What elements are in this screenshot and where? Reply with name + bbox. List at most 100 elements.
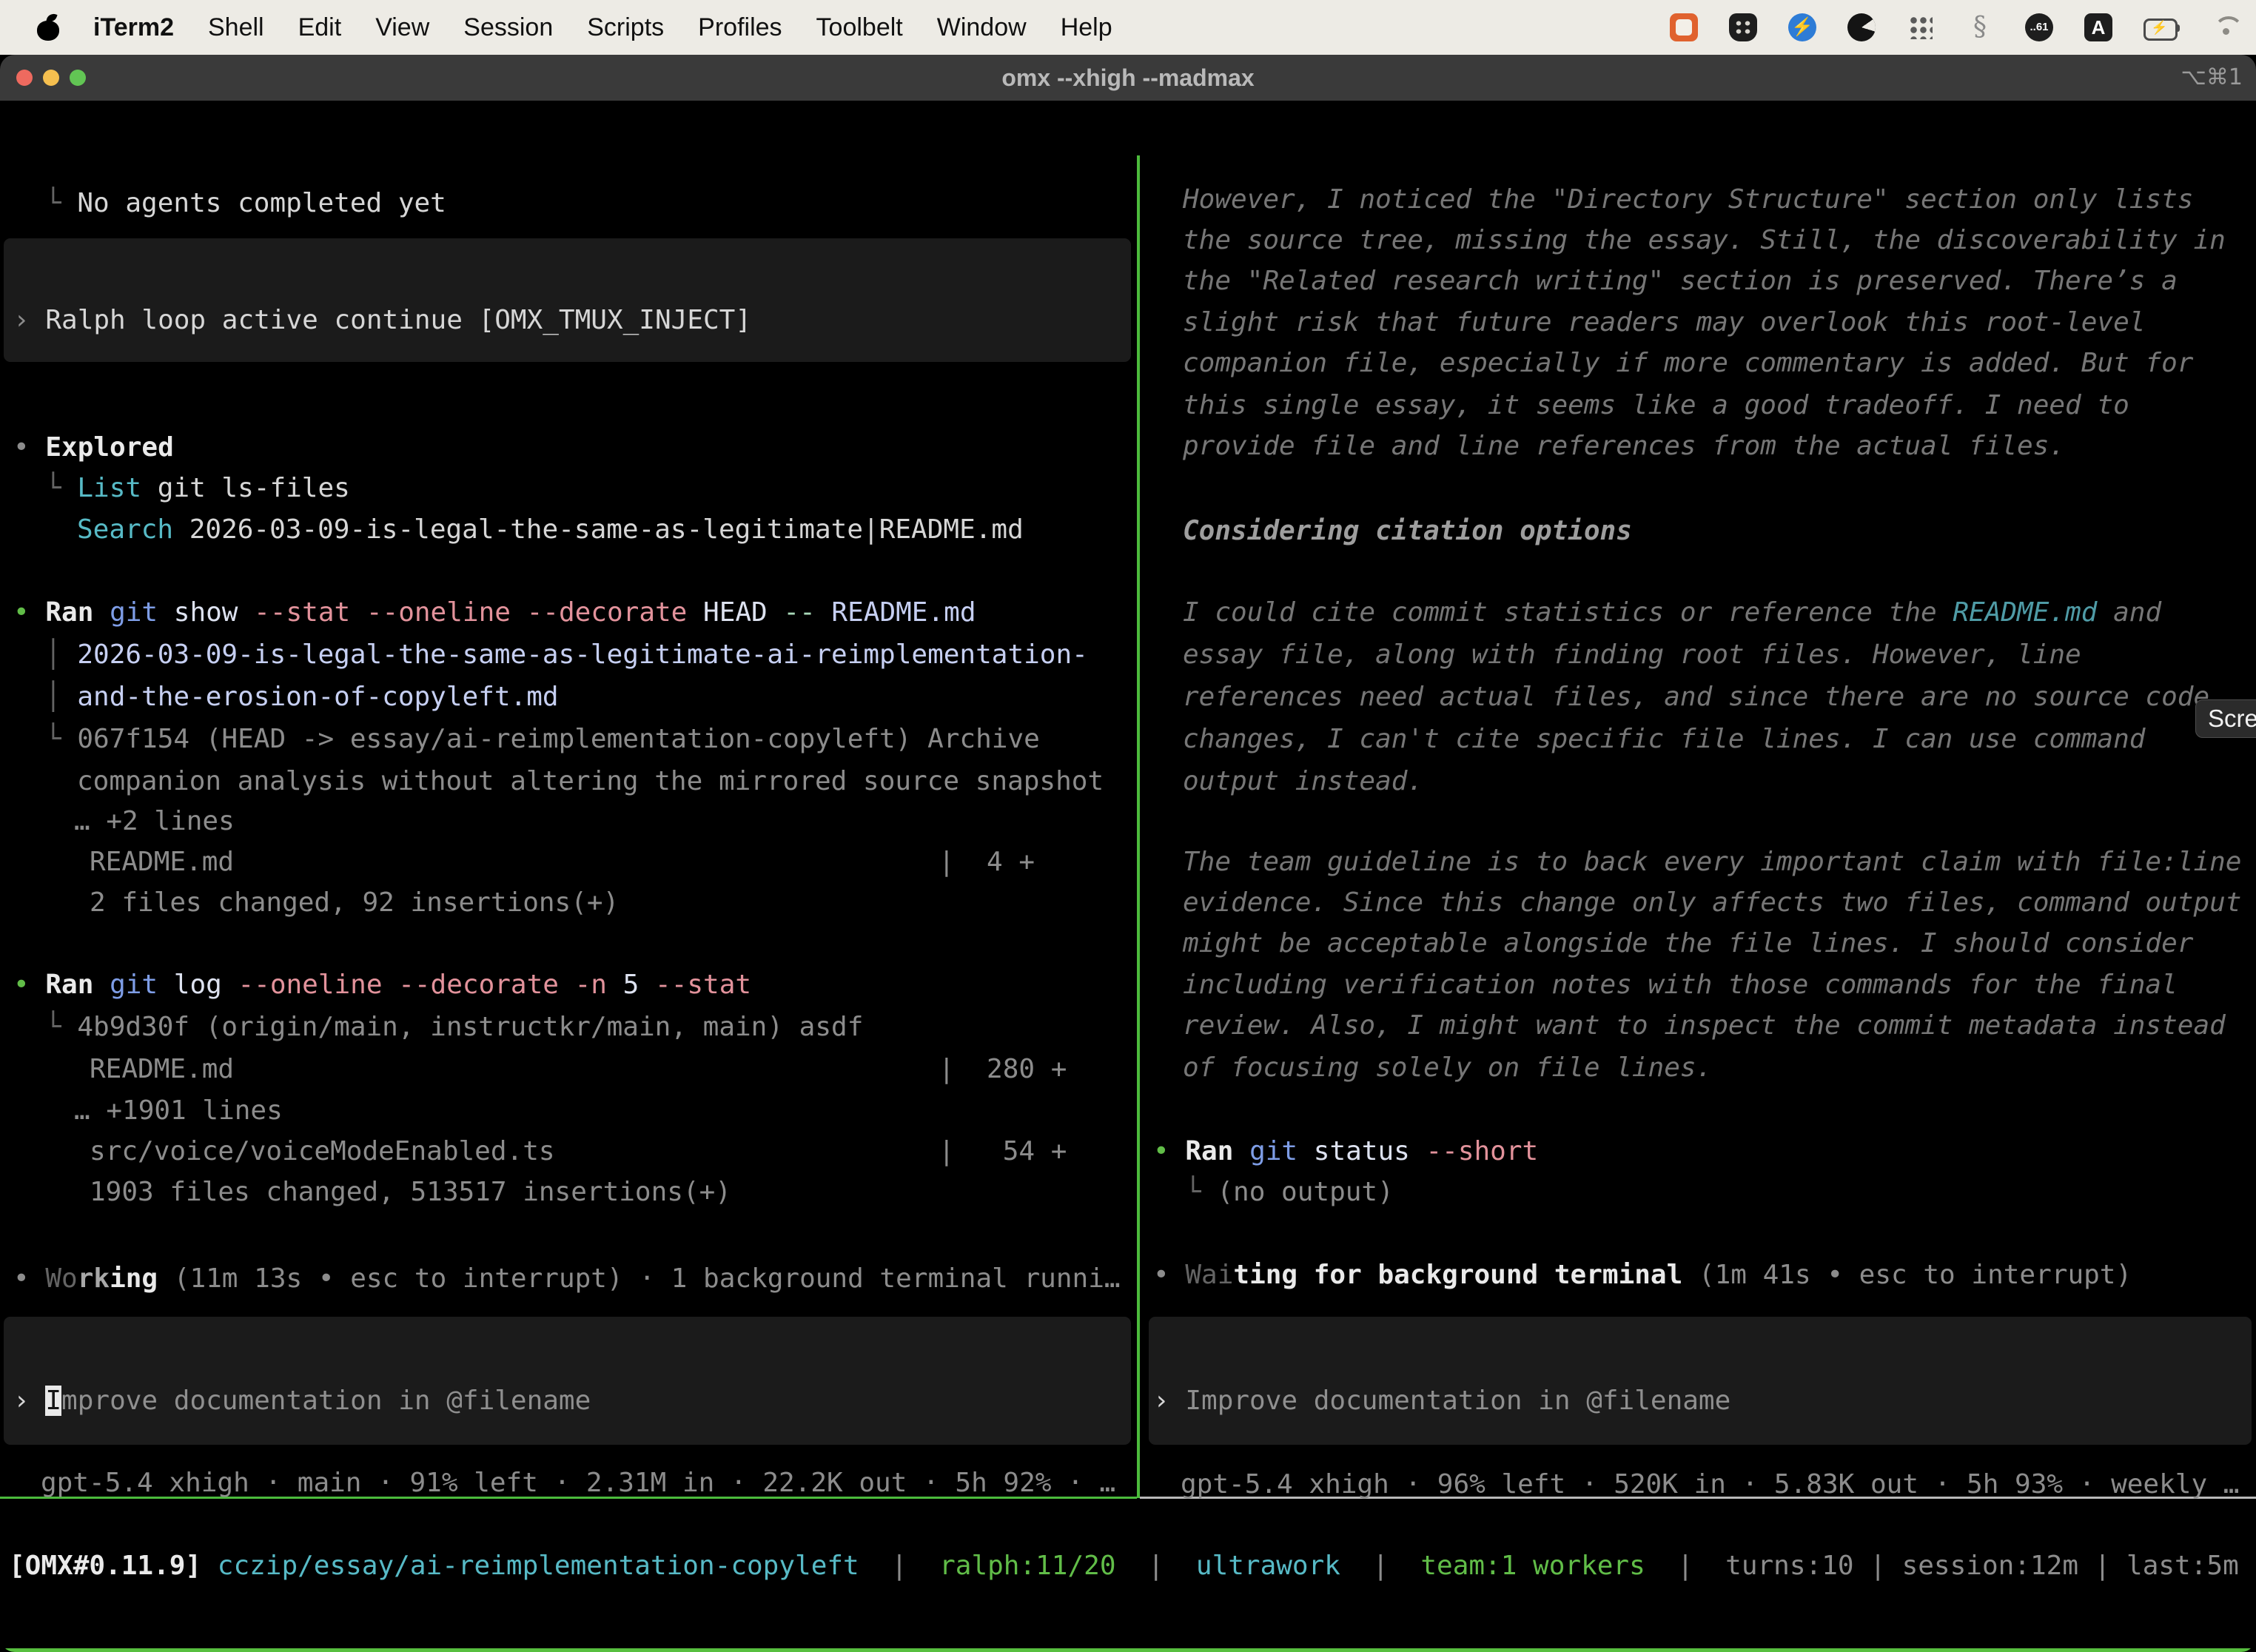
left-working-status: • Working (11m 13s • esc to interrupt) ·… bbox=[13, 1258, 1121, 1300]
ran-git-show-command-text: • bbox=[13, 597, 45, 628]
bolt-badge-icon[interactable] bbox=[1788, 13, 1816, 41]
git-show-stat-summary-text: 2 files changed, 92 insertions(+) bbox=[90, 887, 619, 918]
ran-git-show-command: • Ran git show --stat --oneline --decora… bbox=[13, 591, 976, 634]
ran-git-show-command-text: README.md bbox=[831, 597, 976, 628]
right-session-stats: gpt-5.4 xhigh · 96% left · 520K in · 5.8… bbox=[1181, 1463, 2239, 1505]
menu-item-iterm2[interactable]: iTerm2 bbox=[93, 13, 174, 42]
keyboard-layout-icon[interactable]: A bbox=[2084, 13, 2112, 41]
squiggle-icon[interactable]: § bbox=[1966, 13, 1994, 41]
shield-app-icon[interactable] bbox=[1729, 13, 1757, 41]
menu-item-shell[interactable]: Shell bbox=[208, 13, 264, 42]
menu-item-profiles[interactable]: Profiles bbox=[698, 13, 782, 42]
right-paragraph-2-line-4: changes, I can't cite specific file line… bbox=[1183, 718, 2145, 760]
right-paragraph-2-line-2: essay file, along with finding root file… bbox=[1183, 634, 2081, 676]
right-paragraph-3-line-2: evidence. Since this change only affects… bbox=[1183, 882, 2241, 924]
omx-status-bar-text: | bbox=[1645, 1551, 1725, 1581]
right-prompt-line-text: Improve documentation in @filename bbox=[1185, 1386, 1730, 1416]
screen-tooltip: Scre bbox=[2195, 699, 2256, 738]
menu-item-session[interactable]: Session bbox=[463, 13, 553, 42]
git-log-output-1-text: 4b9d30f (origin/main, instructkr/main, m… bbox=[77, 1012, 863, 1042]
right-paragraph-1-line-7-text: provide file and line references from th… bbox=[1183, 431, 2065, 461]
ran-git-status-command-text: --short bbox=[1426, 1136, 1538, 1166]
git-log-stat-file-1: README.md bbox=[90, 1048, 234, 1090]
git-log-stat-file-2: src/voice/voiceModeEnabled.ts bbox=[90, 1130, 555, 1172]
right-paragraph-2-line-1: I could cite commit statistics or refere… bbox=[1183, 591, 2161, 634]
terminal-content: └ No agents completed yet› Ralph loop ac… bbox=[0, 101, 2256, 1652]
pie-app-icon[interactable] bbox=[1847, 13, 1876, 41]
git-show-output-1-text: └ bbox=[45, 724, 77, 754]
right-paragraph-1-line-5-text: companion file, especially if more comme… bbox=[1183, 348, 2193, 378]
menu-item-window[interactable]: Window bbox=[937, 13, 1027, 42]
right-paragraph-1-line-3: the "Related research writing" section i… bbox=[1183, 260, 2178, 302]
left-working-status-text: ing bbox=[110, 1263, 158, 1294]
git-status-output: └ (no output) bbox=[1185, 1171, 1394, 1213]
menu-item-toolbelt[interactable]: Toolbelt bbox=[816, 13, 903, 42]
git-show-output-2-text: companion analysis without altering the … bbox=[77, 766, 1104, 796]
omx-status-bar-text: [OMX#0.11.9] bbox=[9, 1551, 218, 1581]
ralph-loop-line[interactable]: › Ralph loop active continue [OMX_TMUX_I… bbox=[13, 299, 751, 341]
agents-status-line-text: └ bbox=[45, 188, 77, 218]
explored-heading: • Explored bbox=[13, 426, 174, 469]
chat-app-icon[interactable] bbox=[1670, 13, 1698, 41]
left-session-stats-text: gpt-5.4 xhigh · main · 91% left · 2.31M … bbox=[41, 1468, 1115, 1498]
right-paragraph-2-line-1-text: README.md bbox=[1953, 597, 2097, 628]
explored-list-line-text: List bbox=[77, 473, 141, 503]
dots-grid-icon[interactable] bbox=[1907, 13, 1935, 41]
window-title-bar[interactable]: omx --xhigh --madmax ⌥⌘1 bbox=[0, 55, 2256, 101]
left-prompt-line-text: › bbox=[13, 1386, 45, 1416]
apple-menu-icon[interactable] bbox=[37, 14, 59, 41]
git-log-stat-summary: 1903 files changed, 513517 insertions(+) bbox=[90, 1171, 731, 1213]
menu-left: iTerm2 Shell Edit View Session Scripts Profile… bbox=[0, 13, 1112, 42]
right-paragraph-3-line-4: including verification notes with those … bbox=[1183, 964, 2178, 1006]
right-paragraph-3-line-1: The team guideline is to back every impo… bbox=[1183, 841, 2241, 883]
menu-item-view[interactable]: View bbox=[375, 13, 429, 42]
right-paragraph-1-line-5: companion file, especially if more comme… bbox=[1183, 342, 2193, 384]
git-show-output-2: companion analysis without altering the … bbox=[77, 760, 1104, 802]
right-prompt-line[interactable]: › Improve documentation in @filename bbox=[1153, 1380, 1730, 1422]
ran-git-log-command-text: log bbox=[174, 970, 238, 1000]
right-paragraph-1-line-3-text: the "Related research writing" section i… bbox=[1183, 266, 2178, 296]
ralph-loop-line-text: Ralph loop active continue [OMX_TMUX_INJ… bbox=[45, 305, 751, 335]
ran-git-log-command-text: Ran bbox=[45, 970, 110, 1000]
right-waiting-status-text: Wai bbox=[1185, 1260, 1233, 1290]
battery-icon[interactable] bbox=[2143, 13, 2182, 41]
right-session-stats-text: gpt-5.4 xhigh · 96% left · 520K in · 5.8… bbox=[1181, 1469, 2239, 1500]
ran-git-status-command-text: Ran bbox=[1185, 1136, 1249, 1166]
omx-status-bar-text: last:5m ago bbox=[2126, 1551, 2256, 1581]
git-status-output-text: └ bbox=[1185, 1177, 1217, 1207]
git-show-filename-2: │ and-the-erosion-of-copyleft.md bbox=[45, 676, 559, 718]
tmux-window-label: [omx-cczip0:bash* bbox=[9, 1648, 281, 1652]
right-paragraph-2-line-3: references need actual files, and since … bbox=[1183, 676, 2209, 718]
right-paragraph-3-line-3-text: might be acceptable alongside the file l… bbox=[1183, 928, 2193, 958]
right-prompt-line-text: › bbox=[1153, 1386, 1185, 1416]
time-left-badge-icon[interactable]: ..61 bbox=[2025, 13, 2053, 41]
ran-git-show-command-text: --stat --oneline --decorate bbox=[254, 597, 703, 628]
explored-heading-text: Explored bbox=[45, 432, 173, 463]
menu-item-edit[interactable]: Edit bbox=[298, 13, 342, 42]
left-working-status-text: • bbox=[13, 1263, 45, 1294]
menu-item-help[interactable]: Help bbox=[1061, 13, 1112, 42]
right-paragraph-1-line-2: the source tree, missing the essay. Stil… bbox=[1183, 219, 2226, 261]
right-paragraph-2-line-1-text: I could cite commit statistics or refere… bbox=[1183, 597, 1953, 628]
right-thinking-heading-text: Considering citation options bbox=[1183, 516, 1632, 546]
omx-status-bar-text: turns:10 bbox=[1725, 1551, 1853, 1581]
git-log-stat-count-2-text: | 54 + bbox=[939, 1136, 1067, 1166]
left-prompt-line[interactable]: › Improve documentation in @filename bbox=[13, 1380, 591, 1422]
omx-status-bar-text: ralph:11/20 bbox=[939, 1551, 1115, 1581]
left-working-status-text: Wo bbox=[45, 1263, 77, 1294]
ran-git-show-command-text: Ran bbox=[45, 597, 110, 628]
ralph-loop-line-text: › bbox=[13, 305, 45, 335]
git-log-stat-count-1: | 280 + bbox=[939, 1048, 1067, 1090]
menu-item-scripts[interactable]: Scripts bbox=[587, 13, 664, 42]
git-log-output-1-text: └ bbox=[45, 1012, 77, 1042]
right-thinking-heading: Considering citation options bbox=[1183, 510, 1632, 552]
explored-heading-text: • bbox=[13, 432, 45, 463]
ran-git-log-command-text: 5 bbox=[623, 970, 655, 1000]
explored-search-line: Search 2026-03-09-is-legal-the-same-as-l… bbox=[77, 508, 1024, 551]
right-paragraph-2-line-1-text: and bbox=[2097, 597, 2161, 628]
omx-status-bar-text: | bbox=[1340, 1551, 1420, 1581]
right-paragraph-2-line-3-text: references need actual files, and since … bbox=[1183, 682, 2209, 712]
wifi-icon[interactable] bbox=[2213, 13, 2241, 41]
omx-status-bar-text: session:12m bbox=[1902, 1551, 2078, 1581]
ran-git-show-command-text: git bbox=[110, 597, 174, 628]
